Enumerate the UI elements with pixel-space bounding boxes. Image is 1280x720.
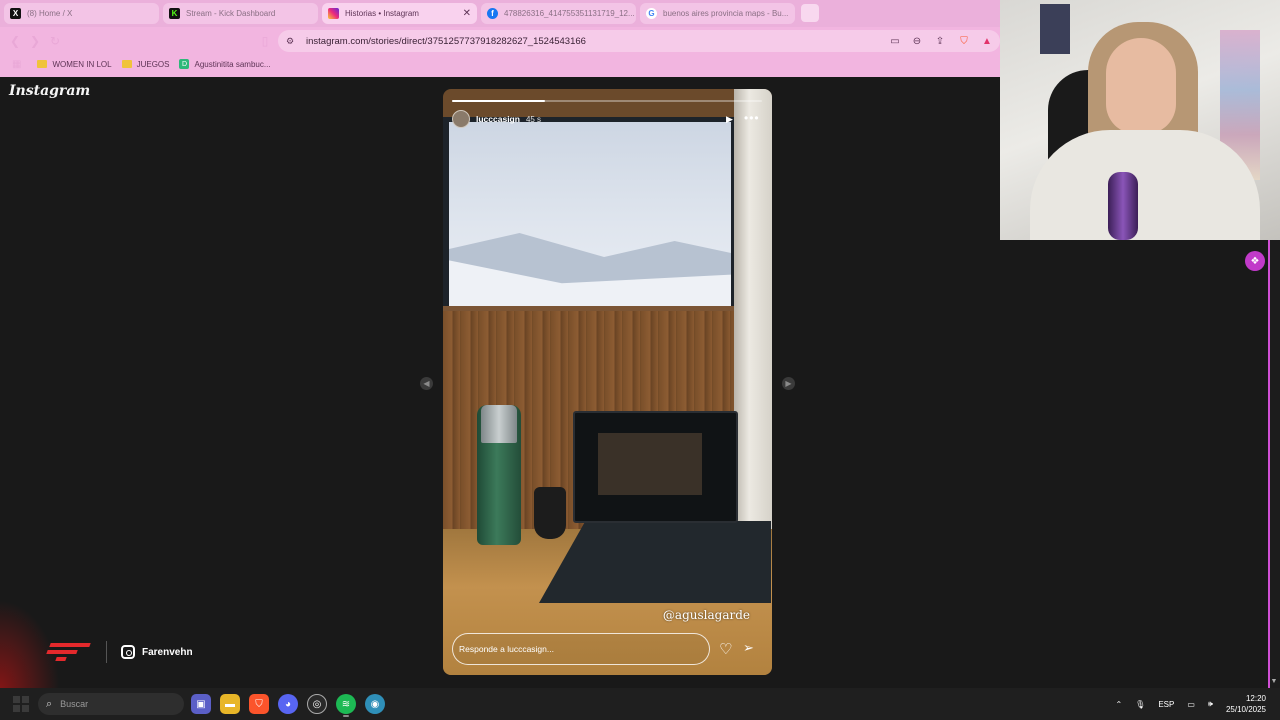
share-icon[interactable]: ⇪ [933, 34, 947, 48]
d-logo-icon: D [179, 59, 190, 69]
instagram-logo-icon [328, 8, 339, 19]
next-story-button[interactable]: ▶ [782, 377, 795, 390]
bookmark-label: JUEGOS [136, 59, 170, 69]
url-text: instagram.com/stories/direct/37512577379… [306, 35, 586, 47]
bookmark-agustinitita[interactable]: D Agustinitita sambuc... [179, 59, 271, 69]
tab-title: Historias • Instagram [345, 9, 419, 18]
extension-badge-icon[interactable]: ❖ [1245, 251, 1265, 271]
google-logo-icon: G [646, 8, 657, 19]
bookmark-icon[interactable]: ▯ [257, 33, 273, 49]
webcam-feed [1000, 0, 1280, 240]
side-scrollbar[interactable] [1268, 240, 1280, 688]
new-tab-button[interactable] [801, 4, 819, 22]
story-progress-bar [452, 100, 762, 102]
folder-icon [37, 60, 48, 68]
browser-window-chrome: X (8) Home / X K Stream - Kick Dashboard… [0, 0, 1000, 77]
x-logo-icon: X [10, 8, 21, 19]
story-reply-input[interactable]: Responde a lucccasign... [452, 633, 710, 665]
webcam-microphone [1108, 172, 1138, 240]
microphone-icon[interactable]: 🎙︎ [1135, 700, 1145, 709]
reply-placeholder: Responde a lucccasign... [459, 644, 554, 654]
story-mention-sticker[interactable]: @aguslagarde [663, 608, 750, 622]
system-tray: ⌃ 🎙︎ ESP ▭ 🕪︎ 12:20 25/10/2025 [1115, 688, 1280, 720]
windows-start-button[interactable] [13, 696, 29, 712]
previous-story-button[interactable]: ◀ [420, 377, 433, 390]
bookmark-women-in-lol[interactable]: WOMEN IN LOL [37, 59, 112, 69]
clock-date: 25/10/2025 [1225, 705, 1266, 714]
webcam-streamer-sweater [1030, 130, 1260, 240]
taskbar-clock[interactable]: 12:20 25/10/2025 [1226, 693, 1266, 715]
overlay-instagram-handle: Farenvehn [142, 646, 193, 658]
reload-icon[interactable]: ↻ [47, 33, 63, 49]
back-icon[interactable]: ❮ [7, 33, 23, 49]
story-photo-laptop-video [598, 433, 702, 495]
story-username[interactable]: lucccasign [476, 114, 520, 124]
heart-icon[interactable]: ♡ [719, 640, 732, 658]
tab-title: Stream - Kick Dashboard [186, 9, 276, 18]
avatar[interactable] [452, 110, 470, 128]
bookmark-label: Agustinitita sambuc... [194, 59, 271, 69]
story-progress-fill [452, 100, 545, 102]
site-settings-icon[interactable]: ⚙ [286, 36, 300, 47]
tab-x-home[interactable]: X (8) Home / X [4, 3, 159, 24]
tab-kick-dashboard[interactable]: K Stream - Kick Dashboard [163, 3, 318, 24]
stream-overlay-brand: Farenvehn [44, 640, 193, 664]
instagram-logo[interactable]: Instagram [9, 83, 90, 99]
webcam-streamer-face [1106, 38, 1176, 134]
zoom-icon[interactable]: ⊖ [910, 34, 924, 48]
language-indicator[interactable]: ESP [1158, 700, 1174, 709]
bookmark-juegos[interactable]: JUEGOS [121, 59, 170, 69]
network-icon[interactable]: ▭ [1187, 700, 1195, 709]
taskbar: ⌕ Buscar ▣ ▬ ⛉ ◕ ◎ ≋ ◉ ⌃ 🎙︎ ESP ▭ 🕪︎ 12:… [0, 688, 1280, 720]
cast-icon[interactable]: ▭ [888, 34, 902, 48]
tab-title: buenos aires provincia maps - Bu... [663, 9, 789, 18]
address-bar[interactable]: ⚙ instagram.com/stories/direct/375125773… [278, 30, 1000, 52]
video-call-icon[interactable]: ▣ [191, 694, 211, 714]
chevron-up-icon[interactable]: ⌃ [1115, 700, 1122, 709]
story-viewer[interactable]: lucccasign 45 s ▶ ••• @aguslagarde Respo… [443, 89, 772, 675]
facebook-logo-icon: f [487, 8, 498, 19]
discord-icon[interactable]: ◕ [278, 694, 298, 714]
file-explorer-icon[interactable]: ▬ [220, 694, 240, 714]
search-icon: ⌕ [46, 697, 53, 710]
bookmark-label: WOMEN IN LOL [52, 59, 112, 69]
brave-icon[interactable]: ⛉ [249, 694, 269, 714]
taskbar-search-input[interactable]: ⌕ Buscar [38, 693, 184, 715]
folder-icon [121, 60, 132, 68]
story-time-ago: 45 s [525, 114, 542, 124]
tab-title: (8) Home / X [27, 9, 73, 18]
overlay-divider [106, 641, 107, 663]
obs-icon[interactable]: ◎ [307, 694, 327, 714]
tab-facebook-image[interactable]: f 478826316_414755351131719_12... [481, 3, 636, 24]
tab-bar: X (8) Home / X K Stream - Kick Dashboard… [0, 0, 1000, 27]
brave-rewards-icon[interactable]: ▲ [980, 34, 994, 48]
forward-icon[interactable]: ❯ [27, 33, 43, 49]
webcam-poster [1040, 4, 1070, 54]
tab-instagram-stories[interactable]: Historias • Instagram ✕ [322, 3, 477, 24]
scroll-down-icon[interactable]: ▼ [1268, 678, 1280, 688]
bookmarks-bar: ▦ WOMEN IN LOL JUEGOS D Agustinitita sam… [0, 55, 1000, 73]
clock-time: 12:20 [1245, 694, 1266, 703]
more-options-icon[interactable]: ••• [744, 111, 760, 125]
story-photo-mate [534, 487, 566, 539]
kick-logo-icon: K [169, 8, 180, 19]
apps-grid-icon[interactable]: ▦ [12, 59, 21, 70]
play-icon[interactable]: ▶ [726, 114, 733, 125]
story-photo-thermos-cap [481, 405, 517, 443]
close-tab-icon[interactable]: ✕ [457, 8, 471, 19]
spotify-icon[interactable]: ≋ [336, 694, 356, 717]
volume-icon[interactable]: 🕪︎ [1208, 699, 1213, 709]
tab-title: 478826316_414755351131719_12... [504, 9, 635, 18]
search-placeholder: Buscar [60, 699, 89, 709]
address-row: ❮ ❯ ↻ ▯ ⚙ instagram.com/stories/direct/3… [0, 29, 1000, 53]
tab-google-search[interactable]: G buenos aires provincia maps - Bu... [640, 3, 795, 24]
browser-icon[interactable]: ◉ [365, 694, 385, 714]
story-header: lucccasign 45 s [452, 110, 762, 128]
brave-shield-icon[interactable]: ⛉ [957, 34, 971, 48]
send-icon[interactable]: ➢ [743, 640, 754, 656]
brand-logo-icon [44, 640, 91, 664]
instagram-icon [121, 645, 135, 659]
